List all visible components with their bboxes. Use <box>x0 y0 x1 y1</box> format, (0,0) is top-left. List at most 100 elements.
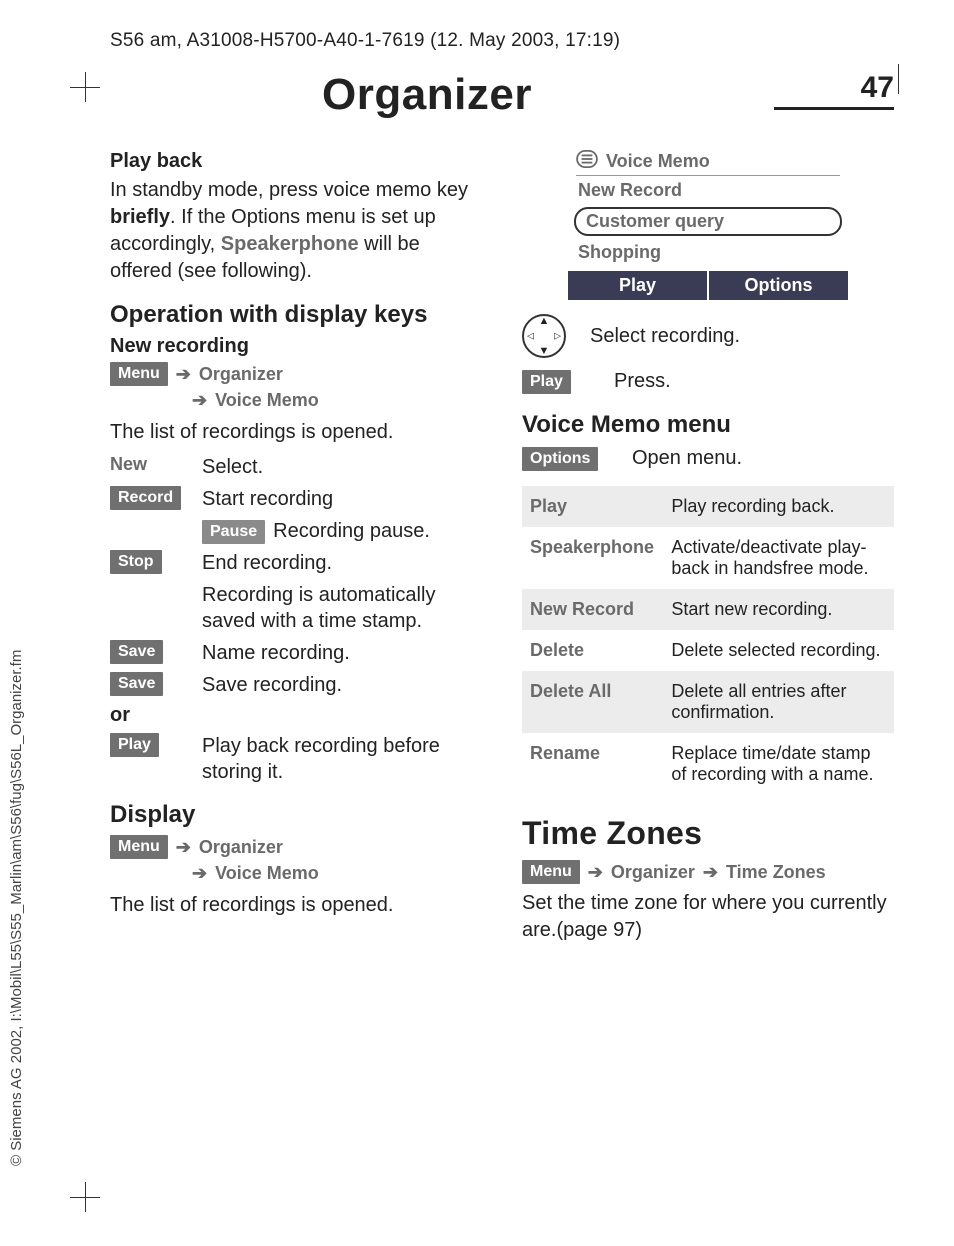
page-number: 47 <box>861 71 894 105</box>
step-key-stop: Stop <box>110 550 184 576</box>
left-column: Play back In standby mode, press voice m… <box>110 146 482 944</box>
title-row: Organizer 47 <box>110 70 894 120</box>
phone-item-shopping[interactable]: Shopping <box>568 238 848 267</box>
table-row: PlayPlay recording back. <box>522 486 894 527</box>
cell-key: Delete All <box>522 671 663 733</box>
nav-path-tz: Menu ➔ Organizer ➔ Time Zones <box>522 860 894 884</box>
text: In standby mode, press voice memo key <box>110 179 468 201</box>
step-stop: Stop End recording. <box>110 550 482 576</box>
phone-item-customer-query[interactable]: Customer query <box>574 207 842 236</box>
playback-body: In standby mode, press voice memo key br… <box>110 177 482 285</box>
cell-val: Start new recording. <box>663 589 894 630</box>
step-key-spacer <box>110 582 184 634</box>
step-desc: Play back recording before storing it. <box>202 733 482 785</box>
playback-heading: Play back <box>110 150 482 173</box>
softkey-play[interactable]: Play <box>568 271 709 300</box>
display-heading: Display <box>110 801 482 829</box>
stop-key[interactable]: Stop <box>110 550 162 574</box>
or-label: or <box>110 704 482 727</box>
page: © Siemens AG 2002, I:\Mobil\L55\S55_Marl… <box>0 0 954 1246</box>
cell-key: Delete <box>522 630 663 671</box>
softkey-options[interactable]: Options <box>709 271 848 300</box>
step-key-spacer <box>110 518 184 544</box>
list-opened-text-2: The list of recordings is opened. <box>110 892 482 919</box>
crop-mark-bl <box>70 1182 100 1212</box>
arrow-icon: ➔ <box>588 862 603 883</box>
nav-voice-memo: Voice Memo <box>215 863 319 884</box>
list-opened-text: The list of recordings is opened. <box>110 419 482 446</box>
cell-val: Activate/deactivate play­back in handsfr… <box>663 527 894 589</box>
arrow-icon: ➔ <box>176 837 191 858</box>
list-icon <box>576 150 598 173</box>
menu-key[interactable]: Menu <box>522 860 580 884</box>
phone-item-new-record[interactable]: New Record <box>568 176 848 205</box>
arrow-icon: ➔ <box>703 862 718 883</box>
menu-key[interactable]: Menu <box>110 362 168 386</box>
play-key[interactable]: Play <box>522 370 571 394</box>
select-recording-text: Select recording. <box>590 323 740 350</box>
step-pause: Pause Recording pause. <box>110 518 482 544</box>
phone-screen: Voice Memo New Record Customer query Sho… <box>568 146 848 300</box>
nav-path-1: Menu ➔ Organizer <box>110 362 482 386</box>
step-desc: End recording. <box>202 550 482 576</box>
record-key[interactable]: Record <box>110 486 181 510</box>
voice-memo-menu-table: PlayPlay recording back. Speaker­phoneAc… <box>522 486 894 795</box>
save-key[interactable]: Save <box>110 672 163 696</box>
nav-path-1b: ➔ Voice Memo <box>192 390 482 411</box>
step-play: Play Play back recording before storing … <box>110 733 482 785</box>
step-key-record: Record <box>110 486 184 512</box>
save-key[interactable]: Save <box>110 640 163 664</box>
running-header: S56 am, A31008-H5700-A40-1-7619 (12. May… <box>110 30 894 52</box>
cell-key: Play <box>522 486 663 527</box>
press-text: Press. <box>614 368 671 395</box>
crop-mark-tl <box>70 72 100 102</box>
step-desc: Start recording <box>202 486 482 512</box>
cell-key: New Record <box>522 589 663 630</box>
columns: Play back In standby mode, press voice m… <box>110 146 894 944</box>
step-desc: Select. <box>202 454 482 480</box>
page-title: Organizer <box>110 70 744 120</box>
table-row: Delete AllDelete all entries after con­f… <box>522 671 894 733</box>
step-record: Record Start recording <box>110 486 482 512</box>
table-row: DeleteDelete selected recording. <box>522 630 894 671</box>
step-key-save2: Save <box>110 672 184 698</box>
cell-key: Speaker­phone <box>522 527 663 589</box>
text-bold: briefly <box>110 206 170 228</box>
play-key[interactable]: Play <box>110 733 159 757</box>
open-menu-row: Options Open menu. <box>522 445 894 472</box>
text: Recording pause. <box>273 520 430 542</box>
step-key-save1: Save <box>110 640 184 666</box>
menu-key[interactable]: Menu <box>110 835 168 859</box>
cell-val: Delete all entries after con­firmation. <box>663 671 894 733</box>
step-new: New Select. <box>110 454 482 480</box>
pause-key[interactable]: Pause <box>202 520 265 544</box>
dpad-icon[interactable]: ◁▷ <box>522 314 566 358</box>
step-stop2: Recording is automatically saved with a … <box>110 582 482 634</box>
arrow-icon: ➔ <box>176 364 191 385</box>
arrow-icon: ➔ <box>192 863 207 884</box>
right-column: Voice Memo New Record Customer query Sho… <box>522 146 894 944</box>
table-row: New RecordStart new recording. <box>522 589 894 630</box>
options-key[interactable]: Options <box>522 447 598 471</box>
nav-time-zones: Time Zones <box>726 862 826 883</box>
nav-organizer: Organizer <box>199 837 283 858</box>
voice-memo-menu-heading: Voice Memo menu <box>522 411 894 439</box>
open-menu-text: Open menu. <box>632 445 742 472</box>
time-zones-body: Set the time zone for where you cur­rent… <box>522 890 894 944</box>
title-rule: 47 <box>774 107 894 110</box>
cell-key: Rename <box>522 733 663 795</box>
press-row: Play Press. <box>522 368 894 395</box>
step-desc: Name recording. <box>202 640 482 666</box>
table-row: RenameReplace time/date stamp of recordi… <box>522 733 894 795</box>
phone-title: Voice Memo <box>606 151 710 172</box>
arrow-icon: ➔ <box>192 390 207 411</box>
phone-softkey-row: Play Options <box>568 271 848 300</box>
step-save1: Save Name recording. <box>110 640 482 666</box>
step-key-play: Play <box>110 733 184 785</box>
phone-title-row: Voice Memo <box>568 146 848 175</box>
cell-val: Delete selected recording. <box>663 630 894 671</box>
select-recording-row: ◁▷ Select recording. <box>522 314 894 358</box>
step-key-new: New <box>110 454 184 480</box>
table-row: Speaker­phoneActivate/deactivate play­ba… <box>522 527 894 589</box>
step-save2: Save Save recording. <box>110 672 482 698</box>
